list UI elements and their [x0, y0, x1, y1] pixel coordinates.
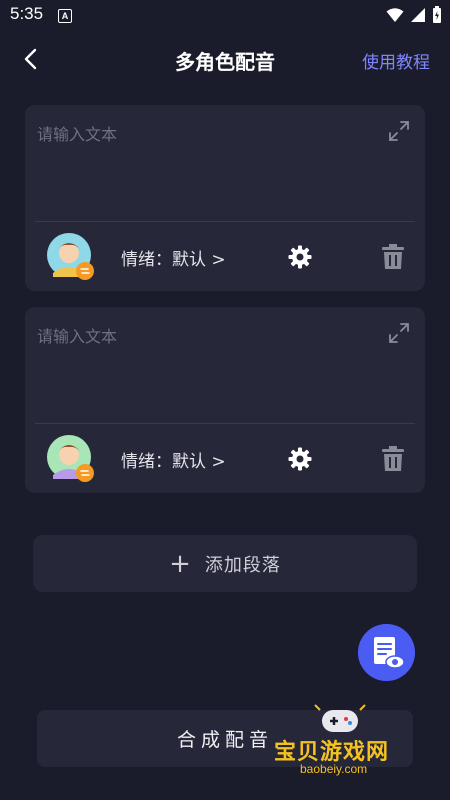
- emotion-selector[interactable]: 情绪：默认 >: [121, 447, 226, 472]
- avatar[interactable]: [47, 435, 95, 483]
- status-time: 5:35: [10, 4, 44, 23]
- wifi-icon: [386, 8, 404, 22]
- trash-icon[interactable]: [381, 446, 405, 472]
- synthesize-label: 合成配音: [176, 729, 273, 751]
- voice-paragraph-card: 请输入文本 情绪：默认 >: [25, 307, 425, 493]
- status-bar: 5:35 A: [0, 0, 450, 32]
- document-preview-icon[interactable]: [358, 624, 415, 681]
- add-paragraph-button[interactable]: + 添加段落: [33, 535, 417, 592]
- plus-icon: +: [169, 548, 191, 579]
- trash-icon[interactable]: [381, 244, 405, 270]
- emotion-selector[interactable]: 情绪：默认 >: [121, 245, 226, 270]
- signal-icon: [411, 8, 425, 22]
- notification-a-icon: A: [58, 9, 72, 23]
- watermark-logo: 宝贝游戏网 baobeiy.com: [272, 704, 422, 784]
- screen: 5:35 A 多角色配音 使用教程 请输入文本 情绪：默认 > 请输入文本 情绪…: [0, 0, 450, 800]
- tutorial-link[interactable]: 使用教程: [362, 48, 430, 73]
- battery-icon: [433, 6, 441, 23]
- avatar[interactable]: [47, 233, 95, 281]
- expand-icon[interactable]: [387, 321, 411, 345]
- divider: [35, 423, 415, 424]
- watermark-url: baobeiy.com: [300, 762, 368, 776]
- gamepad-icon: [314, 704, 366, 732]
- expand-icon[interactable]: [387, 119, 411, 143]
- voice-paragraph-card: 请输入文本 情绪：默认 >: [25, 105, 425, 291]
- text-input[interactable]: 请输入文本: [37, 323, 117, 347]
- add-paragraph-label: 添加段落: [204, 554, 281, 576]
- header: 多角色配音 使用教程: [0, 36, 450, 82]
- divider: [35, 221, 415, 222]
- text-input[interactable]: 请输入文本: [37, 121, 117, 145]
- gear-icon[interactable]: [287, 446, 313, 472]
- status-icons: [386, 6, 442, 24]
- gear-icon[interactable]: [287, 244, 313, 270]
